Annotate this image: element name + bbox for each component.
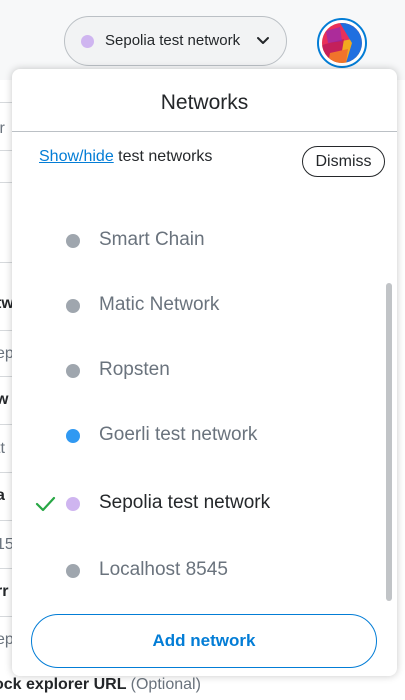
toggle-row-text: test networks: [113, 148, 213, 165]
network-color-dot: [81, 35, 94, 48]
network-selector-label: Sepolia test network: [105, 32, 241, 49]
checkmark-icon: [35, 496, 56, 512]
network-label: Smart Chain: [99, 229, 205, 250]
network-color-dot: [66, 364, 80, 378]
network-list: Smart Chain Matic Network Ropsten Goerli…: [12, 187, 380, 607]
divider: [12, 131, 397, 132]
background-text: a: [0, 487, 5, 504]
network-color-dot: [66, 429, 80, 443]
account-avatar-button[interactable]: [317, 18, 367, 68]
network-item[interactable]: Matic Network: [12, 281, 380, 331]
scrollbar[interactable]: [386, 187, 392, 607]
network-item-selected[interactable]: Sepolia test network: [12, 479, 380, 529]
network-item[interactable]: Localhost 8545: [12, 546, 380, 596]
background-text: ir: [0, 120, 5, 137]
network-color-dot: [66, 497, 80, 511]
background-page: ir tw ep w tt a 15 rr ep: [0, 80, 12, 680]
add-network-button[interactable]: Add network: [31, 614, 377, 668]
chevron-down-icon: [257, 37, 269, 44]
network-selector-button[interactable]: Sepolia test network: [64, 16, 287, 66]
network-color-dot: [66, 299, 80, 313]
network-item[interactable]: Goerli test network: [12, 411, 380, 461]
background-text: tt: [0, 440, 5, 457]
network-item[interactable]: Smart Chain: [12, 216, 380, 266]
app-header: Sepolia test network: [0, 0, 405, 80]
network-label: Localhost 8545: [99, 559, 228, 580]
network-color-dot: [66, 564, 80, 578]
background-text: tw: [0, 295, 12, 312]
background-text: ep: [0, 631, 12, 648]
background-text: w: [0, 391, 9, 408]
background-page-footer: ock explorer URL (Optional): [0, 676, 405, 700]
panel-title: Networks: [160, 91, 249, 114]
scrollbar-thumb[interactable]: [386, 283, 392, 601]
network-label: Ropsten: [99, 359, 170, 380]
network-label: Goerli test network: [99, 424, 258, 445]
background-text: rr: [0, 583, 9, 600]
background-text: 15: [0, 536, 12, 553]
dismiss-button[interactable]: Dismiss: [302, 146, 385, 177]
network-label: Matic Network: [99, 294, 220, 315]
network-label: Sepolia test network: [99, 492, 271, 513]
account-identicon-icon: [322, 23, 362, 63]
test-networks-toggle-row: Show/hide test networks: [39, 148, 212, 166]
block-explorer-label: ock explorer URL (Optional): [0, 676, 201, 693]
background-text: ep: [0, 345, 12, 362]
show-hide-test-networks-link[interactable]: Show/hide: [39, 148, 114, 165]
network-item[interactable]: Ropsten: [12, 346, 380, 396]
networks-dropdown: Networks Show/hide test networks Dismiss…: [12, 69, 397, 676]
network-color-dot: [66, 234, 80, 248]
